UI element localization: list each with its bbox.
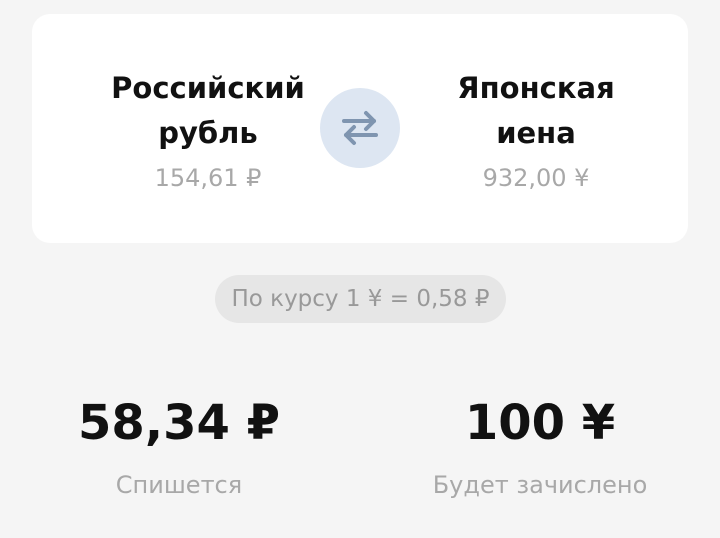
to-currency-name: Японская иена — [416, 66, 656, 156]
from-currency-name-line2: рубль — [158, 116, 258, 150]
to-currency-name-line1: Японская — [457, 71, 615, 105]
exchange-rate-badge: По курсу 1 ¥ = 0,58 ₽ — [215, 275, 506, 323]
debit-amount-field[interactable]: 58,34 ₽ Спишется — [29, 388, 329, 500]
swap-currencies-button[interactable] — [320, 88, 400, 168]
to-currency-balance: 932,00 ¥ — [482, 164, 590, 192]
from-currency-selector[interactable]: Российский рубль 154,61 ₽ — [88, 66, 328, 193]
credit-amount-value: 100 ¥ — [464, 395, 616, 451]
from-currency-name: Российский рубль — [88, 66, 328, 156]
credit-amount-field[interactable]: 100 ¥ Будет зачислено — [390, 388, 690, 500]
debit-amount-value: 58,34 ₽ — [78, 395, 280, 451]
to-currency-selector[interactable]: Японская иена 932,00 ¥ — [416, 66, 656, 193]
swap-arrows-icon — [342, 111, 378, 145]
currency-pair-card: Российский рубль 154,61 ₽ Японская иена … — [32, 14, 688, 243]
from-currency-name-line1: Российский — [111, 71, 305, 105]
debit-amount-label: Спишется — [115, 471, 243, 499]
from-currency-balance: 154,61 ₽ — [154, 164, 262, 192]
to-currency-name-line2: иена — [496, 116, 576, 150]
credit-amount-label: Будет зачислено — [432, 471, 648, 499]
